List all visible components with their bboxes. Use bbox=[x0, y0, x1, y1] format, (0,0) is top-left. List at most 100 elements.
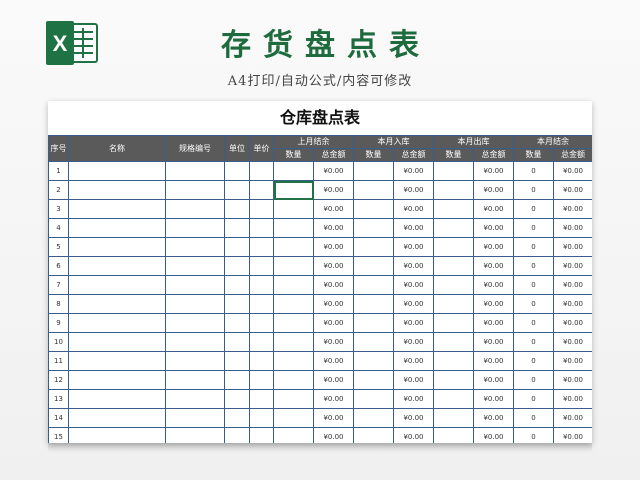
cell-seq[interactable]: 3 bbox=[48, 199, 69, 219]
cell-name[interactable] bbox=[68, 256, 166, 276]
cell-seq[interactable]: 9 bbox=[48, 313, 69, 333]
cell-amount-last-month[interactable]: ¥0.00 bbox=[313, 332, 354, 352]
cell-qty-stock-out[interactable] bbox=[433, 427, 474, 443]
cell-unit[interactable] bbox=[224, 218, 250, 238]
cell-amount-last-month[interactable]: ¥0.00 bbox=[313, 275, 354, 295]
cell-amount-stock-in[interactable]: ¥0.00 bbox=[393, 294, 434, 314]
cell-qty-stock-in[interactable] bbox=[353, 313, 394, 333]
cell-name[interactable] bbox=[68, 408, 166, 428]
cell-amount-balance[interactable]: ¥0.00 bbox=[553, 199, 592, 219]
cell-unit[interactable] bbox=[224, 351, 250, 371]
header-group-last-month[interactable]: 上月结余 bbox=[273, 135, 354, 149]
cell-name[interactable] bbox=[68, 275, 166, 295]
cell-amount-last-month[interactable]: ¥0.00 bbox=[313, 218, 354, 238]
header-amount[interactable]: 总金额 bbox=[473, 148, 514, 162]
cell-spec[interactable] bbox=[165, 237, 225, 257]
cell-amount-stock-in[interactable]: ¥0.00 bbox=[393, 237, 434, 257]
cell-qty-stock-out[interactable] bbox=[433, 180, 474, 200]
cell-qty-last-month[interactable] bbox=[273, 256, 314, 276]
cell-seq[interactable]: 15 bbox=[48, 427, 69, 443]
cell-amount-balance[interactable]: ¥0.00 bbox=[553, 370, 592, 390]
cell-qty-stock-in[interactable] bbox=[353, 370, 394, 390]
cell-amount-stock-out[interactable]: ¥0.00 bbox=[473, 427, 514, 443]
header-price[interactable]: 单价 bbox=[249, 135, 274, 162]
cell-qty-balance[interactable]: 0 bbox=[513, 351, 554, 371]
cell-qty-stock-out[interactable] bbox=[433, 199, 474, 219]
cell-amount-balance[interactable]: ¥0.00 bbox=[553, 427, 592, 443]
cell-qty-last-month[interactable] bbox=[273, 351, 314, 371]
cell-seq[interactable]: 2 bbox=[48, 180, 69, 200]
cell-amount-balance[interactable]: ¥0.00 bbox=[553, 161, 592, 181]
cell-seq[interactable]: 7 bbox=[48, 275, 69, 295]
cell-qty-balance[interactable]: 0 bbox=[513, 370, 554, 390]
cell-qty-balance[interactable]: 0 bbox=[513, 332, 554, 352]
cell-spec[interactable] bbox=[165, 180, 225, 200]
cell-qty-stock-out[interactable] bbox=[433, 351, 474, 371]
cell-amount-stock-out[interactable]: ¥0.00 bbox=[473, 370, 514, 390]
cell-unit[interactable] bbox=[224, 275, 250, 295]
cell-amount-stock-out[interactable]: ¥0.00 bbox=[473, 199, 514, 219]
header-amount[interactable]: 总金额 bbox=[313, 148, 354, 162]
cell-price[interactable] bbox=[249, 351, 274, 371]
cell-qty-balance[interactable]: 0 bbox=[513, 389, 554, 409]
header-unit[interactable]: 单位 bbox=[224, 135, 250, 162]
cell-qty-stock-in[interactable] bbox=[353, 180, 394, 200]
cell-amount-stock-out[interactable]: ¥0.00 bbox=[473, 408, 514, 428]
cell-amount-balance[interactable]: ¥0.00 bbox=[553, 332, 592, 352]
cell-qty-stock-out[interactable] bbox=[433, 237, 474, 257]
cell-qty-balance[interactable]: 0 bbox=[513, 294, 554, 314]
header-seq[interactable]: 序号 bbox=[48, 135, 69, 162]
cell-amount-last-month[interactable]: ¥0.00 bbox=[313, 294, 354, 314]
cell-qty-last-month[interactable] bbox=[273, 370, 314, 390]
cell-name[interactable] bbox=[68, 389, 166, 409]
cell-amount-balance[interactable]: ¥0.00 bbox=[553, 313, 592, 333]
cell-qty-last-month[interactable] bbox=[273, 161, 314, 181]
header-amount[interactable]: 总金额 bbox=[393, 148, 434, 162]
cell-amount-stock-in[interactable]: ¥0.00 bbox=[393, 370, 434, 390]
cell-amount-stock-in[interactable]: ¥0.00 bbox=[393, 313, 434, 333]
cell-qty-balance[interactable]: 0 bbox=[513, 313, 554, 333]
cell-amount-stock-in[interactable]: ¥0.00 bbox=[393, 180, 434, 200]
cell-spec[interactable] bbox=[165, 313, 225, 333]
cell-amount-stock-in[interactable]: ¥0.00 bbox=[393, 275, 434, 295]
cell-price[interactable] bbox=[249, 275, 274, 295]
cell-price[interactable] bbox=[249, 294, 274, 314]
cell-amount-stock-out[interactable]: ¥0.00 bbox=[473, 389, 514, 409]
cell-amount-stock-in[interactable]: ¥0.00 bbox=[393, 389, 434, 409]
cell-qty-stock-in[interactable] bbox=[353, 275, 394, 295]
cell-amount-stock-in[interactable]: ¥0.00 bbox=[393, 351, 434, 371]
header-qty[interactable]: 数量 bbox=[433, 148, 474, 162]
cell-amount-stock-out[interactable]: ¥0.00 bbox=[473, 237, 514, 257]
cell-price[interactable] bbox=[249, 180, 274, 200]
cell-qty-stock-in[interactable] bbox=[353, 256, 394, 276]
cell-qty-balance[interactable]: 0 bbox=[513, 237, 554, 257]
cell-amount-balance[interactable]: ¥0.00 bbox=[553, 408, 592, 428]
cell-seq[interactable]: 4 bbox=[48, 218, 69, 238]
cell-unit[interactable] bbox=[224, 180, 250, 200]
cell-seq[interactable]: 6 bbox=[48, 256, 69, 276]
cell-qty-stock-in[interactable] bbox=[353, 351, 394, 371]
header-amount[interactable]: 总金额 bbox=[553, 148, 592, 162]
cell-name[interactable] bbox=[68, 351, 166, 371]
cell-price[interactable] bbox=[249, 408, 274, 428]
cell-qty-last-month[interactable] bbox=[273, 389, 314, 409]
cell-name[interactable] bbox=[68, 237, 166, 257]
cell-price[interactable] bbox=[249, 332, 274, 352]
cell-qty-last-month[interactable] bbox=[273, 199, 314, 219]
cell-amount-balance[interactable]: ¥0.00 bbox=[553, 351, 592, 371]
cell-price[interactable] bbox=[249, 161, 274, 181]
cell-qty-last-month[interactable] bbox=[273, 332, 314, 352]
cell-seq[interactable]: 1 bbox=[48, 161, 69, 181]
cell-amount-last-month[interactable]: ¥0.00 bbox=[313, 161, 354, 181]
cell-amount-last-month[interactable]: ¥0.00 bbox=[313, 180, 354, 200]
cell-amount-last-month[interactable]: ¥0.00 bbox=[313, 370, 354, 390]
cell-amount-stock-out[interactable]: ¥0.00 bbox=[473, 180, 514, 200]
cell-qty-stock-in[interactable] bbox=[353, 237, 394, 257]
cell-qty-stock-out[interactable] bbox=[433, 313, 474, 333]
cell-price[interactable] bbox=[249, 389, 274, 409]
cell-qty-stock-in[interactable] bbox=[353, 427, 394, 443]
cell-qty-stock-out[interactable] bbox=[433, 218, 474, 238]
cell-qty-balance[interactable]: 0 bbox=[513, 218, 554, 238]
cell-unit[interactable] bbox=[224, 408, 250, 428]
cell-spec[interactable] bbox=[165, 427, 225, 443]
